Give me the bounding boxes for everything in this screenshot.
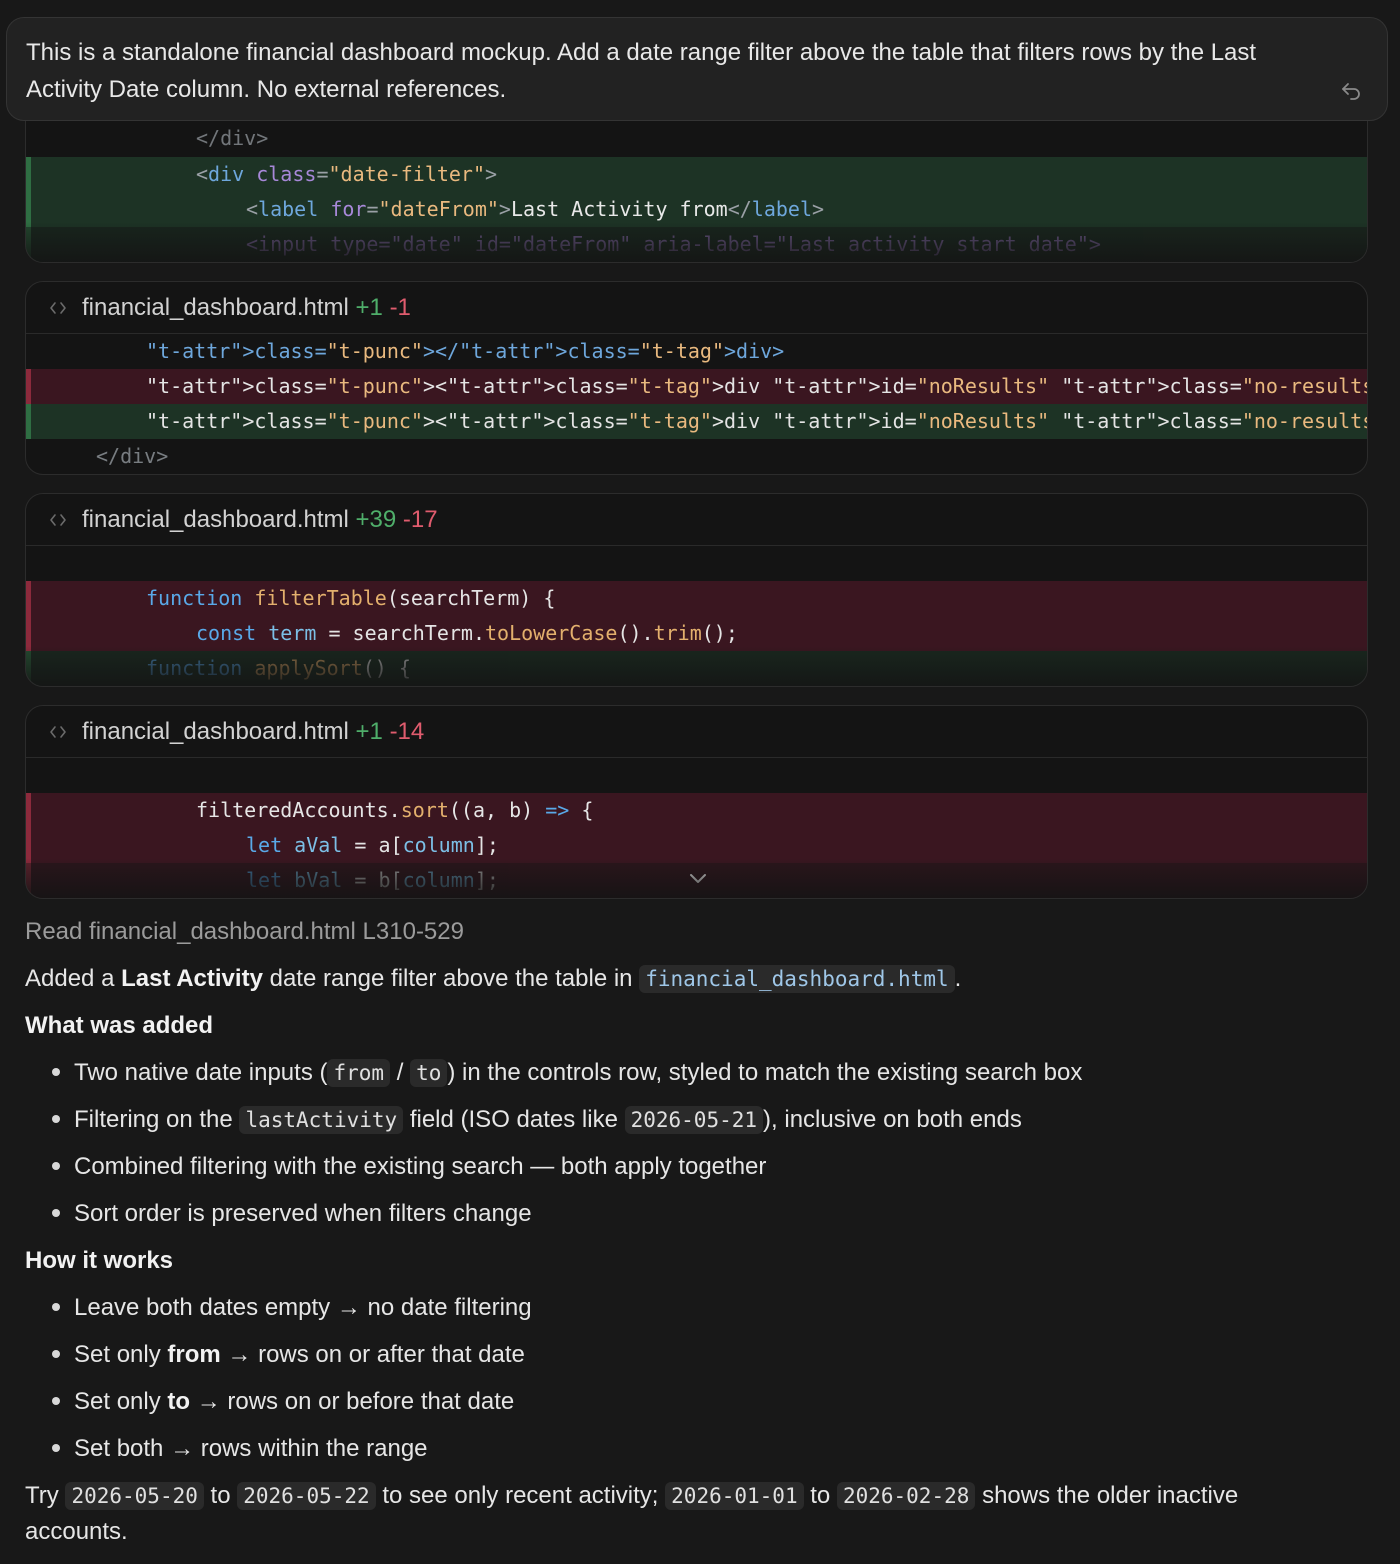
user-prompt-bubble: This is a standalone financial dashboard… [6, 17, 1388, 121]
code-line-removed: let aVal = a[column]; [26, 828, 1367, 863]
diff-card[interactable]: financial_dashboard.html +39 -17 functio… [25, 493, 1368, 687]
try-line-continued: accounts. [25, 1518, 128, 1545]
list-item: Set only from → rows on or after that da… [52, 1341, 525, 1369]
removed-code: function filterTable(searchTerm) { [146, 586, 556, 610]
bullet-dot [52, 1161, 60, 1170]
read-file-line: Read financial_dashboard.html L310-529 [25, 918, 464, 945]
diff-filename: financial_dashboard.html +39 -17 [82, 506, 438, 533]
list-item: Leave both dates empty → no date filteri… [52, 1294, 532, 1322]
lines-removed-count: -1 [389, 294, 411, 321]
code-line-added: "t-attr">class="t-punc"><"t-attr">class=… [26, 404, 1367, 439]
removed-code: let aVal = a[column]; [246, 833, 499, 857]
removed-code: const term = searchTerm.toLowerCase().tr… [196, 621, 738, 645]
code-icon [50, 726, 66, 738]
lines-removed-count: -14 [389, 718, 425, 745]
bullet-dot [52, 1443, 60, 1452]
list-item: Combined filtering with the existing sea… [52, 1153, 766, 1181]
summary-line: Added a Last Activity date range filter … [25, 965, 962, 993]
bullet-dot [52, 1114, 60, 1123]
lines-added-count: +1 [355, 294, 383, 321]
try-line: Try 2026-05-20 to 2026-05-22 to see only… [25, 1482, 1239, 1510]
code-line-added: function applySort() { [26, 651, 1367, 686]
heading-what-was-added: What was added [25, 1012, 214, 1039]
code-line-removed: function filterTable(searchTerm) { [26, 581, 1367, 616]
bullet-dot [52, 1302, 60, 1311]
bullet-dot [52, 1396, 60, 1405]
code-line: </div> [196, 126, 269, 150]
file-reference[interactable]: financial_dashboard.html [639, 965, 955, 993]
undo-icon[interactable] [1339, 78, 1363, 102]
code-line-added: <div class="date-filter"> [26, 157, 1367, 192]
prompt-text: This is a standalone financial dashboard… [26, 39, 1257, 103]
code-icon [50, 302, 66, 314]
removed-code: let bVal = b[column]; [246, 868, 499, 892]
code-icon [50, 514, 66, 526]
list-item: Set both → rows within the range [52, 1435, 428, 1463]
code-line-removed: const term = searchTerm.toLowerCase().tr… [26, 616, 1367, 651]
read-file-link[interactable]: financial_dashboard.html L310-529 [89, 918, 464, 945]
added-code: function applySort() { [146, 656, 411, 680]
bullet-dot [52, 1349, 60, 1358]
lines-removed-count: -17 [402, 506, 438, 533]
heading-how-it-works: How it works [25, 1247, 174, 1274]
removed-code: "t-attr">class="t-punc"><"t-attr">class=… [146, 374, 1367, 398]
diff-filename: financial_dashboard.html +1 -14 [82, 718, 425, 745]
lines-added-count: +1 [355, 718, 383, 745]
removed-code: filteredAccounts.sort((a, b) => { [196, 798, 594, 822]
diff-card-header[interactable]: financial_dashboard.html +39 -17 [26, 494, 1367, 546]
code-line: "t-attr">class="t-punc"></"t-attr">class… [146, 339, 785, 363]
bullet-dot [52, 1208, 60, 1217]
diff-card[interactable]: financial_dashboard.html +1 -14 filtered… [25, 705, 1368, 899]
lines-added-count: +39 [355, 506, 397, 533]
code-line-added: <input type="date" id="dateFrom" aria-la… [26, 227, 1367, 262]
bullet-dot [52, 1067, 60, 1076]
diff-card-header[interactable]: financial_dashboard.html +1 -14 [26, 706, 1367, 758]
list-item: Two native date inputs (from / to) in th… [52, 1059, 1082, 1087]
code-line-removed: "t-attr">class="t-punc"><"t-attr">class=… [26, 369, 1367, 404]
code-line-added: <label for="dateFrom">Last Activity from… [26, 192, 1367, 227]
diff-card[interactable]: financial_dashboard.html +1 -1 "t-attr">… [25, 281, 1368, 475]
diff-snippet-top: </div> <div class="date-filter"> <label … [25, 121, 1368, 263]
list-item: Sort order is preserved when filters cha… [52, 1200, 532, 1228]
code-line: </div> [96, 444, 169, 468]
diff-card-header[interactable]: financial_dashboard.html +1 -1 [26, 282, 1367, 334]
diff-filename: financial_dashboard.html +1 -1 [82, 294, 411, 321]
added-code: "t-attr">class="t-punc"><"t-attr">class=… [146, 409, 1367, 433]
list-item: Filtering on the lastActivity field (ISO… [52, 1106, 1022, 1134]
list-item: Set only to → rows on or before that dat… [52, 1388, 514, 1416]
code-line-removed: filteredAccounts.sort((a, b) => { [26, 793, 1367, 828]
chevron-down-icon[interactable] [688, 872, 708, 886]
